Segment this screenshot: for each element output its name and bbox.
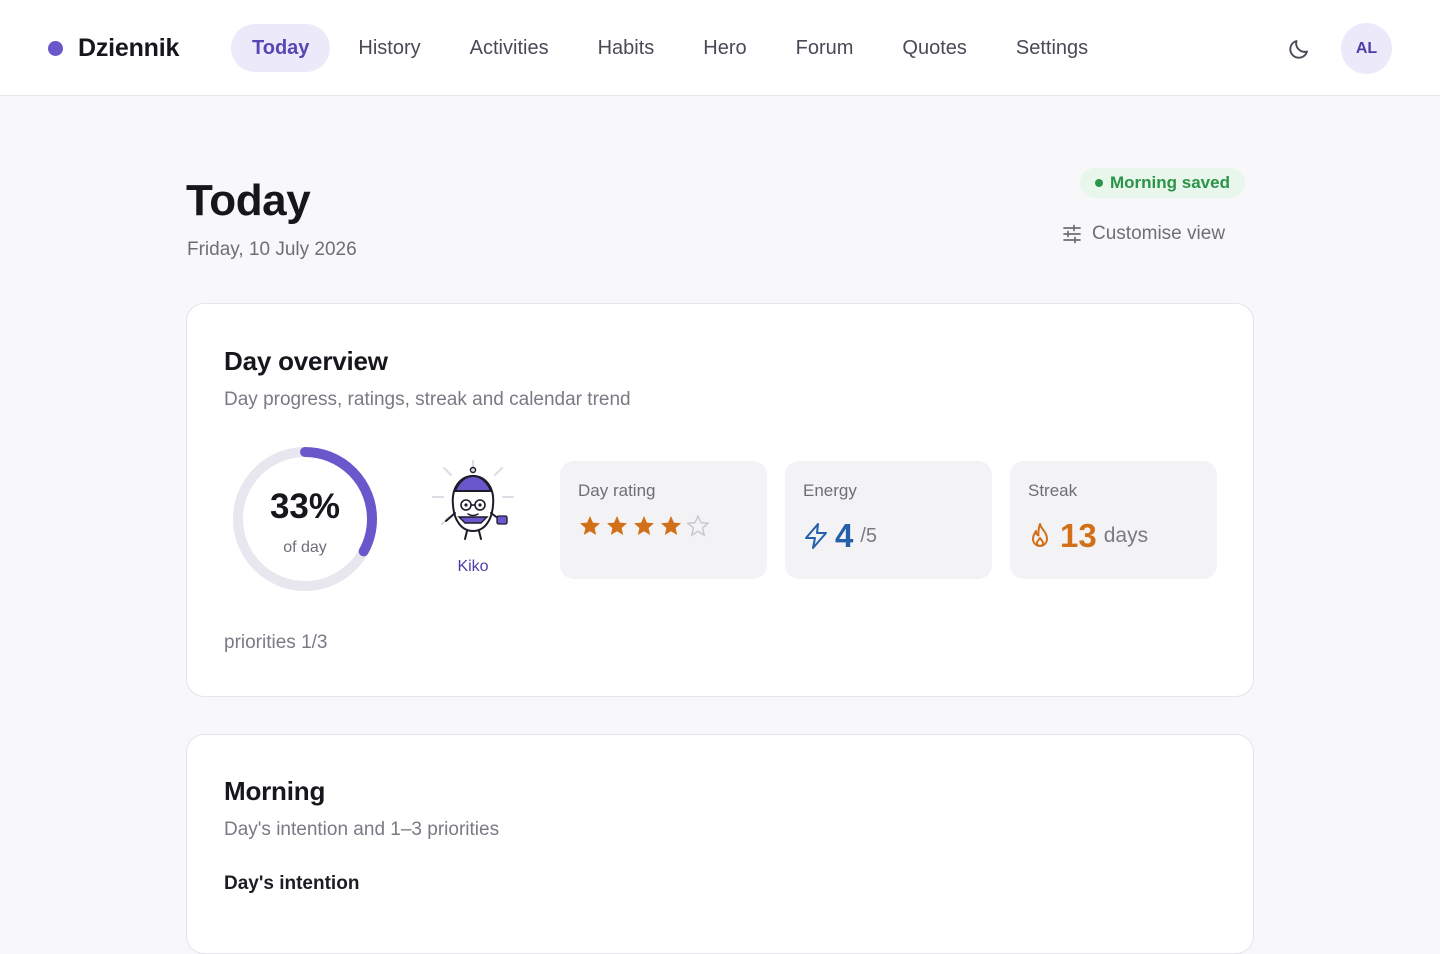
streak-unit: days [1103,524,1149,547]
nav-item-settings[interactable]: Settings [995,24,1109,72]
day-progress-label: of day [283,539,327,556]
nav-item-today[interactable]: Today [231,24,331,72]
priorities-count: priorities 1/3 [224,632,328,653]
mascot-name: Kiko [457,558,489,575]
day-progress-value: 33% [269,487,341,526]
star-filled-icon[interactable] [605,514,632,538]
energy-stat[interactable]: Energy 4 /5 [785,461,992,579]
user-avatar[interactable]: AL [1341,23,1392,74]
morning-card: Morning Day's intention and 1–3 prioriti… [186,734,1254,954]
theme-toggle-button[interactable] [1280,30,1318,68]
moon-icon [1289,40,1308,59]
mascot-kiko[interactable] [431,457,515,543]
energy-value: 4 [835,517,854,554]
streak-label: Streak [1028,481,1078,500]
morning-title: Morning [224,776,326,806]
brand-name: Dziennik [78,33,180,62]
status-badge: Morning saved [1080,168,1245,198]
status-badge-label: Morning saved [1110,173,1230,192]
streak-stat[interactable]: Streak 13 days [1010,461,1217,579]
day-overview-subtitle: Day progress, ratings, streak and calend… [224,389,631,410]
top-bar: Dziennik Today History Activities Habits… [0,0,1440,96]
nav-item-hero[interactable]: Hero [682,24,767,72]
mascot-character-icon [432,460,514,540]
energy-label: Energy [803,481,857,500]
star-empty-icon[interactable] [686,514,713,538]
nav-item-history[interactable]: History [337,24,441,72]
star-filled-icon[interactable] [659,514,686,538]
day-overview-card: Day overview Day progress, ratings, stre… [186,303,1254,697]
nav-item-quotes[interactable]: Quotes [881,24,987,72]
day-rating-label: Day rating [578,481,656,500]
day-overview-title: Day overview [224,346,388,376]
morning-subtitle: Day's intention and 1–3 priorities [224,819,500,840]
nav-item-habits[interactable]: Habits [577,24,676,72]
customise-view-label: Customise view [1092,223,1226,244]
star-filled-icon[interactable] [632,514,659,538]
page-title: Today [186,176,311,225]
brand-logo[interactable]: Dziennik [48,31,179,65]
main-nav: Today History Activities Habits Hero For… [231,24,1116,72]
lightning-icon [805,523,827,549]
customise-view-button[interactable]: Customise view [1062,220,1225,248]
nav-item-activities[interactable]: Activities [449,24,570,72]
day-rating-stat[interactable]: Day rating [560,461,767,579]
flame-icon [1032,523,1048,547]
status-dot-icon [1095,179,1103,187]
day-rating-stars[interactable] [578,514,713,538]
energy-unit: /5 [860,524,878,547]
day-progress-ring: 33% of day [229,443,381,595]
page-date: Friday, 10 July 2026 [187,239,357,260]
streak-value: 13 [1060,517,1097,554]
star-filled-icon[interactable] [578,514,605,538]
nav-item-forum[interactable]: Forum [775,24,875,72]
brand-dot-icon [48,40,63,56]
sliders-icon [1063,224,1081,244]
day-intention-label: Day's intention [224,873,360,894]
